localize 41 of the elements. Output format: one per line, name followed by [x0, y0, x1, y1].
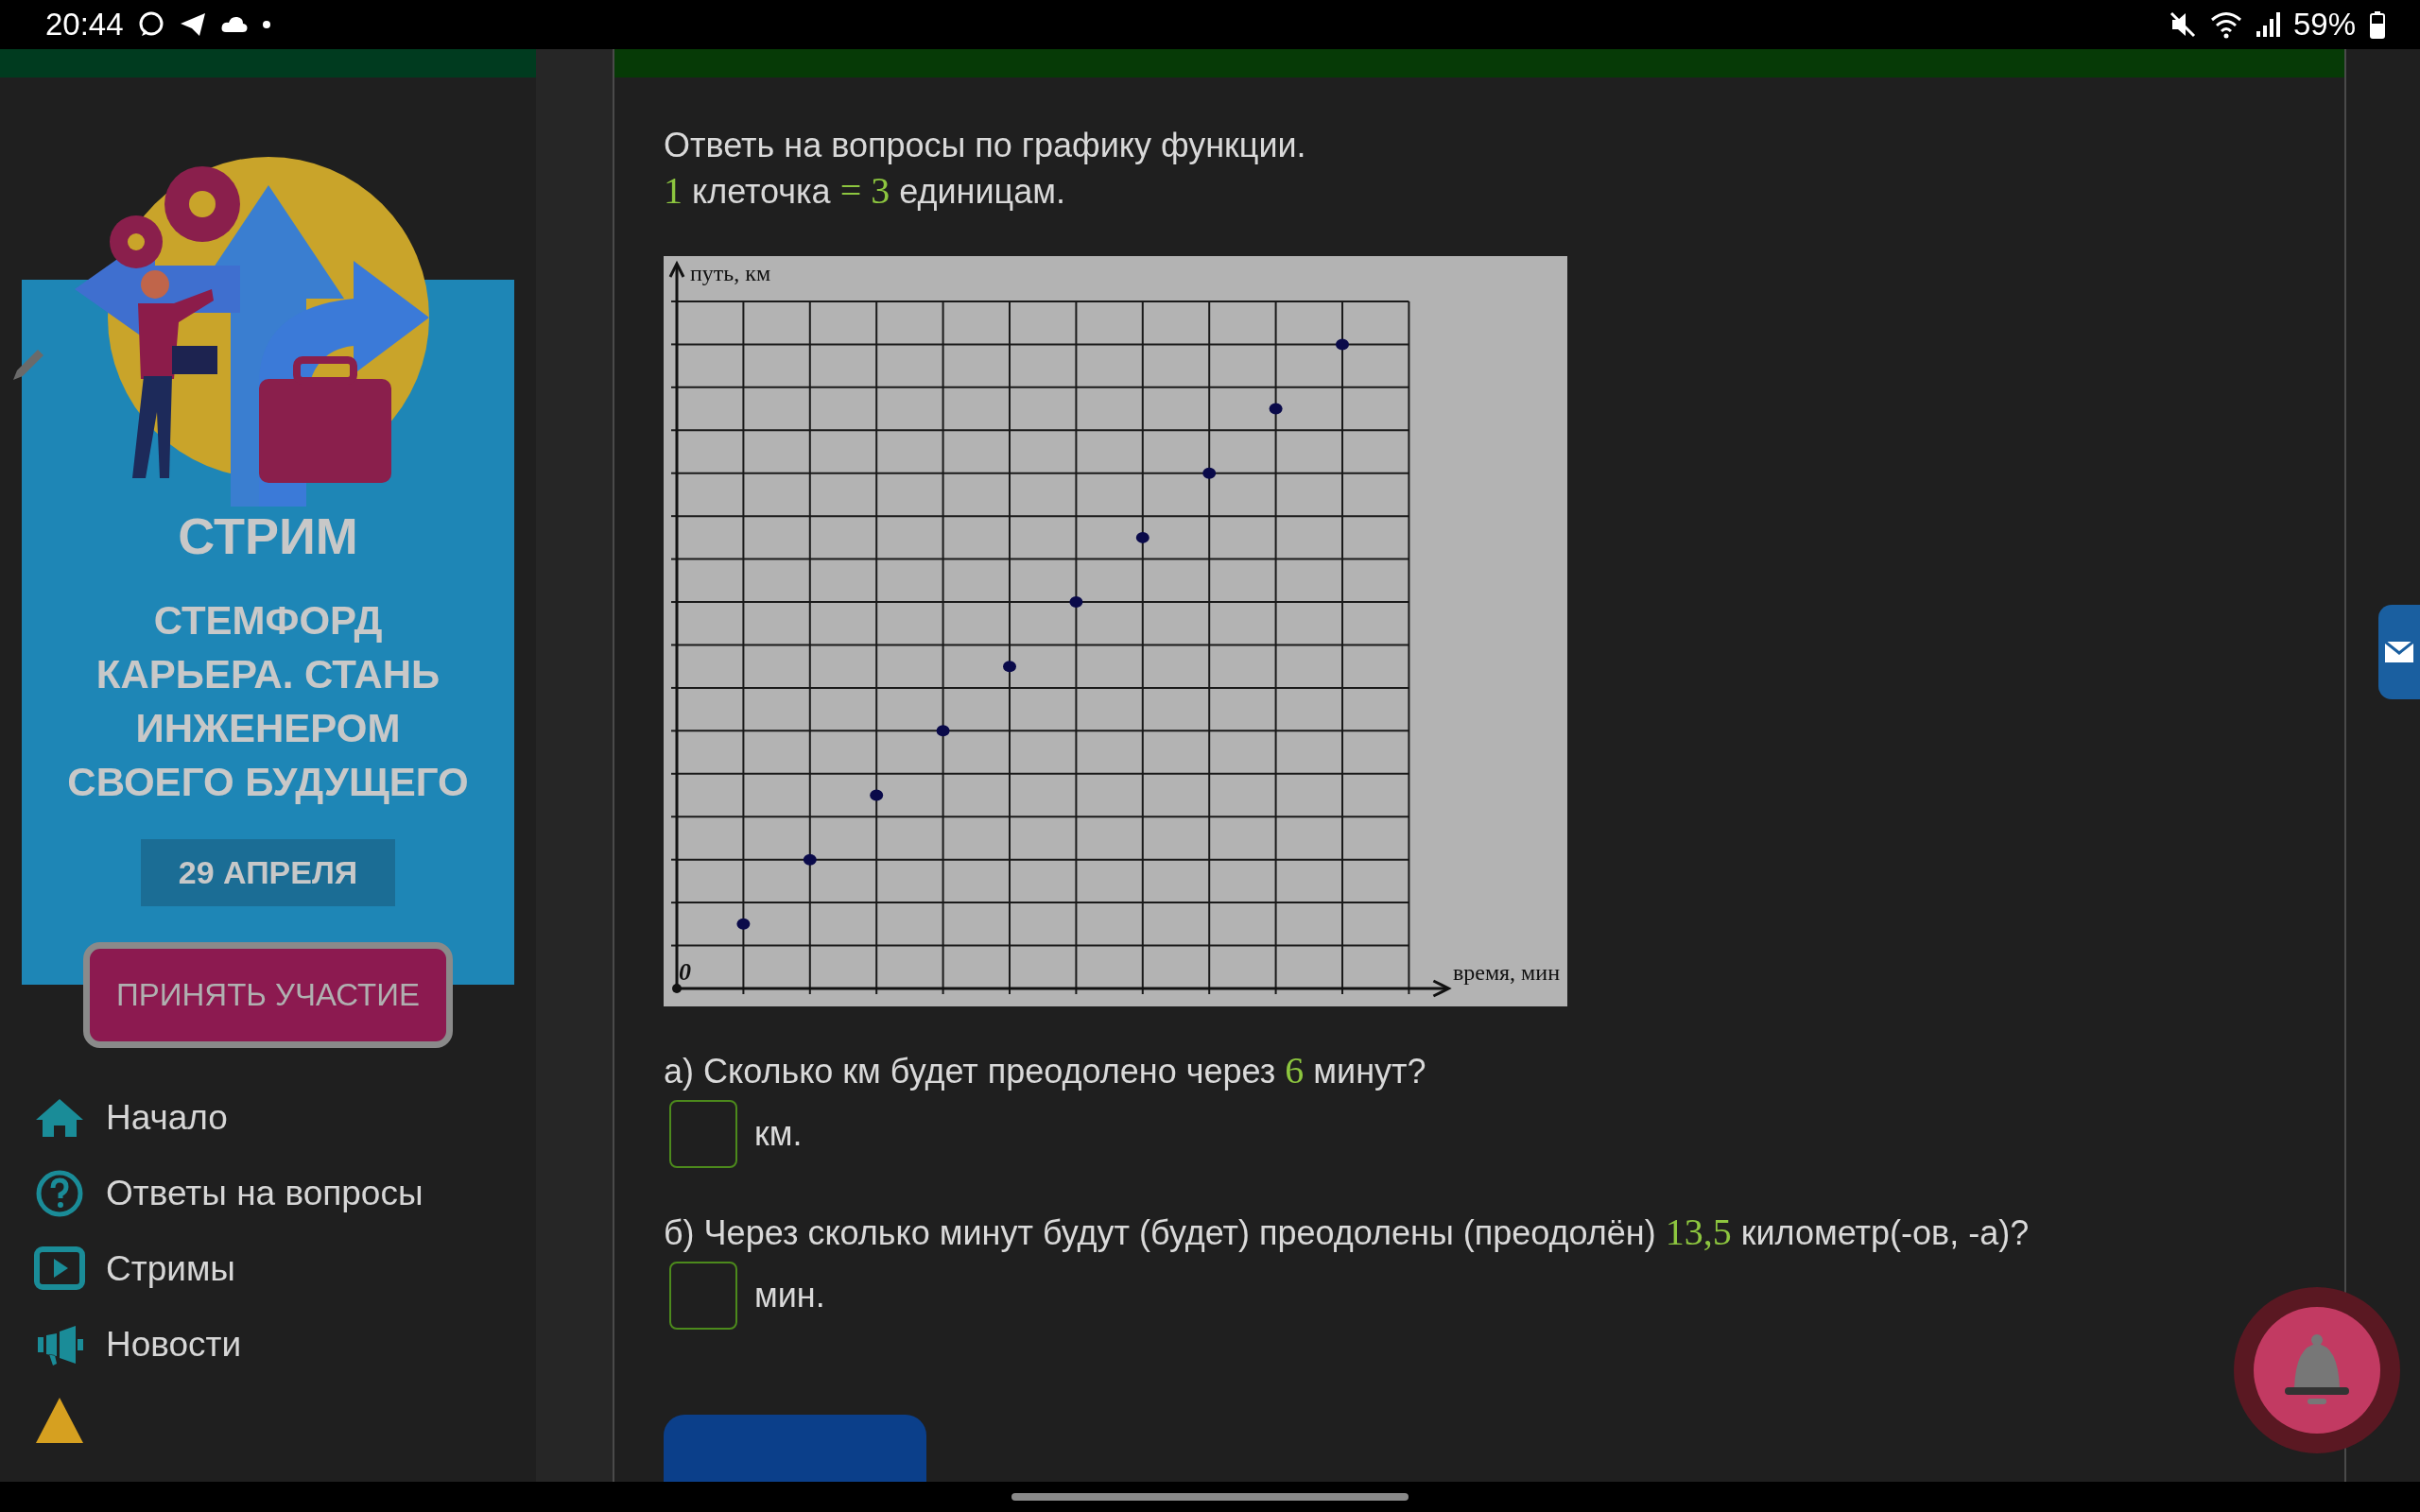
clock: 20:44 [45, 7, 124, 43]
data-point [1269, 403, 1283, 415]
battery-icon [2369, 10, 2386, 39]
answer-field[interactable] [669, 1262, 737, 1330]
home-handle[interactable] [1011, 1493, 1409, 1501]
mail-button[interactable] [2378, 605, 2420, 699]
question-text: б) Через сколько минут будут (будет) преодолены (преодолён) 13,5 километр(-ов, -а)? [664, 1210, 2031, 1255]
unit-label: км. [754, 1114, 803, 1154]
axis-label: время, мин [1452, 960, 1560, 985]
data-point [736, 918, 751, 930]
data-point [1336, 338, 1349, 351]
axis-label: путь, км [690, 261, 771, 285]
wifi-icon [2209, 10, 2242, 39]
origin-label: 0 [679, 958, 691, 986]
nav-link[interactable]: Стримы [106, 1249, 235, 1289]
data-point [936, 725, 950, 737]
data-point [1069, 596, 1083, 609]
dot-icon [261, 20, 271, 29]
mute-icon [2168, 10, 2197, 39]
join-button[interactable]: ПРИНЯТЬ УЧАСТИЕ [83, 942, 453, 1048]
instruction-text: Ответь на вопросы по графику функции. [664, 125, 1307, 166]
mail-icon [2384, 641, 2414, 663]
data-point [803, 853, 817, 866]
help-icon [34, 1169, 85, 1218]
nav-link[interactable]: Начало [106, 1098, 228, 1138]
nav-link[interactable]: Новости [106, 1325, 242, 1365]
data-point [870, 789, 884, 801]
signal-icon [2255, 10, 2280, 39]
promo-date: 29 АПРЕЛЯ [140, 839, 396, 906]
instruction-text: 1 клеточка = 3 единицам. [664, 168, 1066, 214]
answer-field[interactable] [669, 1100, 737, 1168]
data-point [1202, 467, 1217, 479]
data-point [1135, 531, 1150, 543]
unit-label: мин. [754, 1276, 825, 1315]
promo-title: СТЕМФОРД КАРЬЕРА. СТАНЬ ИНЖЕНЕРОМ СВОЕГО БУДУЩЕГО [66, 597, 470, 806]
data-point [1003, 661, 1016, 673]
nav-link[interactable]: Ответы на вопросы [106, 1174, 424, 1213]
battery-percent: 59% [2292, 7, 2356, 43]
question-text: а) Сколько км будет преодолено через 6 минут? [664, 1048, 1427, 1093]
promo-eyebrow: СТРИМ [178, 507, 358, 565]
warning-icon [34, 1396, 85, 1445]
